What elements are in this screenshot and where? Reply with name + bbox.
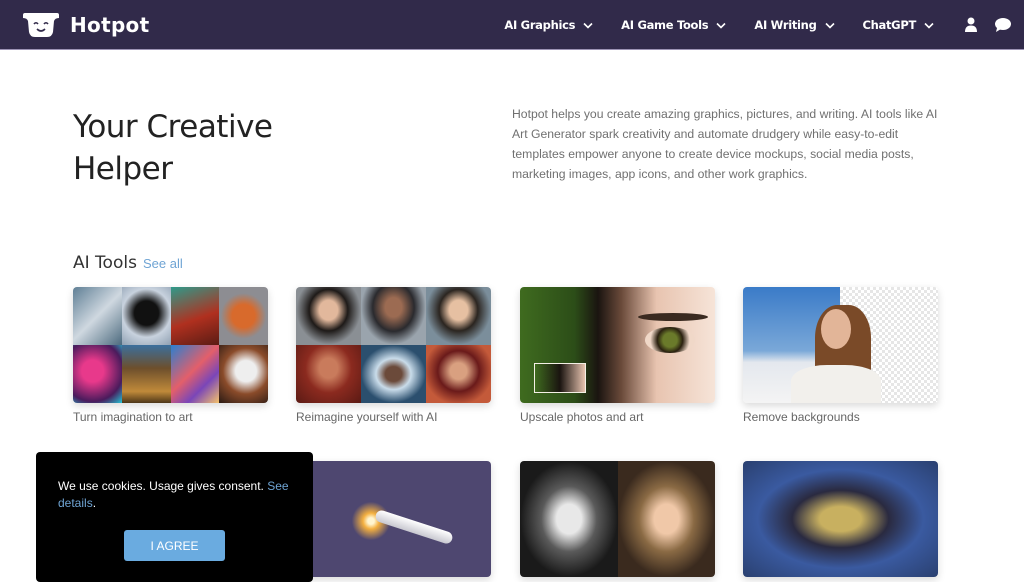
brand-name: Hotpot bbox=[70, 13, 150, 37]
chevron-down-icon bbox=[716, 22, 726, 29]
tool-card-row2-2[interactable] bbox=[520, 461, 715, 577]
mona-lisa-stylized-image[interactable] bbox=[743, 461, 938, 577]
ai-art-collage-image[interactable] bbox=[73, 287, 268, 403]
tool-card-ai-portraits[interactable]: Reimagine yourself with AI bbox=[296, 287, 491, 424]
nav-chatgpt[interactable]: ChatGPT bbox=[863, 18, 935, 32]
nav-label: AI Game Tools bbox=[621, 18, 709, 32]
nav-label: ChatGPT bbox=[862, 18, 917, 32]
colorized-portrait-image[interactable] bbox=[520, 461, 715, 577]
chevron-down-icon bbox=[924, 22, 934, 29]
tool-card-art-generator[interactable]: Turn imagination to art bbox=[73, 287, 268, 424]
logo[interactable]: Hotpot bbox=[22, 12, 149, 38]
nav-ai-graphics[interactable]: AI Graphics bbox=[504, 18, 593, 32]
top-navbar: Hotpot AI Graphics AI Game Tools AI Writ… bbox=[0, 0, 1024, 50]
user-account-button[interactable] bbox=[962, 16, 980, 34]
sparkler-pen-image[interactable] bbox=[296, 461, 491, 577]
cookie-consent-banner: We use cookies. Usage gives consent. See… bbox=[36, 452, 313, 582]
card-caption: Upscale photos and art bbox=[520, 410, 644, 424]
woman-background-removed-image[interactable] bbox=[743, 287, 938, 403]
ai-portraits-collage-image[interactable] bbox=[296, 287, 491, 403]
card-caption: Remove backgrounds bbox=[743, 410, 860, 424]
chat-icon bbox=[995, 18, 1011, 32]
hero-description: Hotpot helps you create amazing graphics… bbox=[512, 107, 938, 181]
tool-card-row2-1[interactable] bbox=[296, 461, 491, 577]
i-agree-button[interactable]: I AGREE bbox=[124, 530, 225, 561]
tool-card-upscaler[interactable]: Upscale photos and art bbox=[520, 287, 715, 424]
chevron-down-icon bbox=[583, 22, 593, 29]
card-caption: Reimagine yourself with AI bbox=[296, 410, 438, 424]
cookie-text: We use cookies. Usage gives consent. bbox=[58, 479, 268, 493]
hotpot-logo-icon bbox=[23, 13, 59, 37]
card-caption: Turn imagination to art bbox=[73, 410, 193, 424]
section-title-ai-tools: AI Tools bbox=[73, 253, 137, 273]
nav-label: AI Graphics bbox=[504, 18, 576, 32]
chat-button[interactable] bbox=[994, 16, 1012, 34]
hero-title: Your Creative Helper bbox=[73, 109, 273, 187]
tool-card-background-remover[interactable]: Remove backgrounds bbox=[743, 287, 938, 424]
eye-closeup-image[interactable] bbox=[520, 287, 715, 403]
nav-label: AI Writing bbox=[754, 18, 817, 32]
cookie-message: We use cookies. Usage gives consent. See… bbox=[58, 478, 298, 512]
chevron-down-icon bbox=[824, 22, 835, 29]
main-menu: AI Graphics AI Game Tools AI Writing Cha… bbox=[504, 0, 1024, 50]
cookie-period: . bbox=[92, 496, 97, 510]
nav-ai-game-tools[interactable]: AI Game Tools bbox=[621, 18, 726, 32]
user-icon bbox=[965, 17, 977, 32]
see-all-link[interactable]: See all bbox=[143, 256, 183, 271]
tool-card-row2-3[interactable] bbox=[743, 461, 938, 577]
nav-ai-writing[interactable]: AI Writing bbox=[754, 18, 835, 32]
